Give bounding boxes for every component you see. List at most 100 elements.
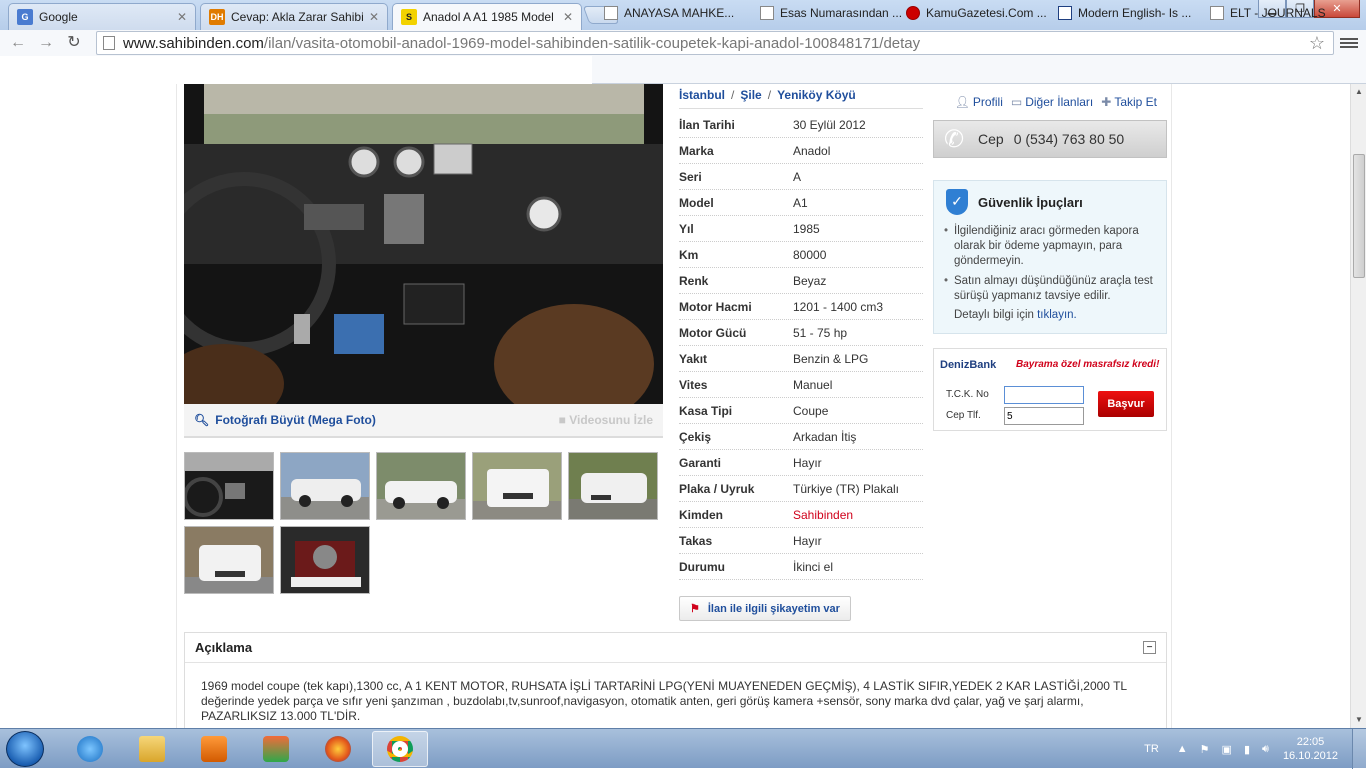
detail-key: Plaka / Uyruk	[679, 481, 755, 496]
detail-key: Vites	[679, 377, 708, 392]
detail-value: Hayır	[793, 533, 822, 548]
bookmark-item[interactable]: Modern English- Is ...	[1058, 6, 1191, 20]
detail-row: Durumu İkinci el	[679, 554, 923, 580]
phone-icon: ✆	[944, 126, 965, 153]
detail-key: Motor Hacmi	[679, 299, 752, 314]
bookmark-item[interactable]: KamuGazetesi.Com ...	[906, 6, 1047, 20]
bookmark-item[interactable]: ANAYASA MAHKE...	[604, 6, 734, 20]
watch-video-label: Videosunu İzle	[569, 413, 653, 427]
detail-key: Yakıt	[679, 351, 708, 366]
menu-icon[interactable]	[1340, 36, 1358, 50]
page-margin-right	[1172, 84, 1350, 728]
detail-row: Kasa Tipi Coupe	[679, 398, 923, 424]
action-center-flag-icon[interactable]: ⚑	[1200, 743, 1210, 756]
taskbar-ie[interactable]	[62, 731, 118, 767]
collapse-icon[interactable]: −	[1143, 641, 1156, 654]
security-tip: İlgilendiğiniz aracı görmeden kapora ola…	[944, 224, 1156, 269]
detail-key: Km	[679, 247, 699, 262]
thumbnail-image	[569, 473, 657, 519]
network-icon[interactable]: ▮	[1244, 743, 1250, 756]
detail-row: Yıl 1985	[679, 216, 923, 242]
thumbnail[interactable]	[280, 452, 370, 520]
thumbnail[interactable]	[184, 452, 274, 520]
seller-links: 👤︎ Profili ▭ Diğer İlanları ✚ Takip Et	[933, 84, 1167, 120]
bookmark-label: KamuGazetesi.Com ...	[926, 6, 1047, 20]
seller-other-ads-link[interactable]: ▭ Diğer İlanları	[1011, 95, 1093, 109]
security-more-prefix: Detaylı bilgi için	[954, 309, 1034, 321]
start-button[interactable]	[6, 731, 44, 767]
bookmark-item[interactable]: Esas Numarasından ...	[760, 6, 902, 20]
cep-phone-label: Cep Tlf.	[946, 410, 981, 421]
follow-seller-link[interactable]: ✚ Takip Et	[1101, 95, 1157, 109]
show-hidden-icons-icon[interactable]: ▲	[1177, 743, 1188, 755]
tab-title: Cevap: Akla Zarar Sahibind	[231, 10, 363, 24]
app-icon	[263, 736, 289, 762]
seller-profile-link[interactable]: 👤︎ Profili	[955, 95, 1003, 109]
tab-close-icon[interactable]: ✕	[563, 10, 573, 24]
dh-favicon-icon: DH	[209, 9, 225, 25]
bookmark-label: Modern English- Is ...	[1078, 6, 1192, 20]
tab-donanimhaber[interactable]: DH Cevap: Akla Zarar Sahibind ✕	[200, 3, 388, 30]
zoom-photo-link[interactable]: 🔍︎ Fotoğrafı Büyüt (Mega Foto)	[194, 413, 376, 427]
language-indicator[interactable]: TR	[1144, 743, 1159, 755]
tck-input[interactable]	[1004, 386, 1084, 404]
report-listing-button[interactable]: ⚑ İlan ile ilgili şikayetim var	[679, 596, 851, 621]
detail-key: Seri	[679, 169, 702, 184]
bookmark-label: ANAYASA MAHKE...	[624, 6, 735, 20]
reload-icon[interactable]: ↻	[64, 34, 84, 52]
scroll-down-icon[interactable]: ▼	[1351, 712, 1366, 728]
watch-video-link[interactable]: ■ Videosunu İzle	[559, 413, 653, 427]
thumbnail[interactable]	[568, 452, 658, 520]
main-photo[interactable]	[184, 84, 663, 404]
breadcrumb-item[interactable]: İstanbul	[679, 88, 725, 102]
detail-key: Kasa Tipi	[679, 403, 733, 418]
tab-sahibinden[interactable]: S Anadol A A1 1985 Model 1: ✕	[392, 3, 582, 30]
device-icon[interactable]: ▣	[1222, 743, 1232, 756]
page-scrollbar[interactable]: ▲ ▼	[1350, 84, 1366, 728]
thumbnail-image	[377, 481, 465, 519]
forward-arrow-icon[interactable]: →	[36, 34, 56, 52]
back-arrow-icon[interactable]: ←	[8, 34, 28, 52]
breadcrumb: İstanbul / Şile / Yeniköy Köyü	[679, 88, 856, 102]
address-bar[interactable]: www.sahibinden.com/ilan/vasita-otomobil-…	[96, 31, 1334, 55]
detail-key: İlan Tarihi	[679, 117, 735, 132]
security-tips-list: İlgilendiğiniz aracı görmeden kapora ola…	[944, 224, 1156, 304]
bookmark-item[interactable]: ELT - JOURNALS	[1210, 6, 1326, 20]
breadcrumb-item[interactable]: Yeniköy Köyü	[777, 88, 856, 102]
clock[interactable]: 22:05 16.10.2012	[1283, 735, 1338, 763]
taskbar-media-player[interactable]	[186, 731, 242, 767]
phone-number: 0 (534) 763 80 50	[1013, 131, 1125, 147]
detail-value: Arkadan İtiş	[793, 429, 857, 444]
thumbnail-image	[281, 479, 369, 519]
detail-key: Takas	[679, 533, 713, 548]
security-more-link[interactable]: tıklayın.	[1037, 309, 1077, 321]
taskbar-explorer[interactable]	[124, 731, 180, 767]
seller-phone: ✆ Cep 0 (534) 763 80 50	[933, 120, 1167, 158]
tab-close-icon[interactable]: ✕	[177, 10, 187, 24]
detail-key: Durumu	[679, 559, 725, 574]
follow-seller-label: Takip Et	[1114, 95, 1157, 109]
taskbar-chrome[interactable]	[372, 731, 428, 767]
volume-icon[interactable]: 🔊︎	[1262, 743, 1269, 756]
thumbnail[interactable]	[376, 452, 466, 520]
clock-time: 22:05	[1296, 736, 1325, 748]
detail-row: Motor Gücü 51 - 75 hp	[679, 320, 923, 346]
car-interior-photo	[184, 84, 663, 404]
cep-phone-input[interactable]	[1004, 407, 1084, 425]
tab-close-icon[interactable]: ✕	[369, 10, 379, 24]
apply-button[interactable]: Başvur	[1098, 391, 1154, 417]
breadcrumb-item[interactable]: Şile	[740, 88, 761, 102]
bookmark-star-icon[interactable]: ☆	[1309, 33, 1325, 54]
scroll-up-icon[interactable]: ▲	[1351, 84, 1366, 100]
security-more-info: Detaylı bilgi için tıklayın.	[944, 309, 1156, 321]
taskbar-app[interactable]	[248, 731, 304, 767]
detail-row: Çekiş Arkadan İtiş	[679, 424, 923, 450]
tab-google[interactable]: G Google ✕	[8, 3, 196, 30]
thumbnail[interactable]	[280, 526, 370, 594]
internet-explorer-icon	[77, 736, 103, 762]
thumbnail[interactable]	[472, 452, 562, 520]
taskbar-firefox[interactable]	[310, 731, 366, 767]
thumbnail[interactable]	[184, 526, 274, 594]
scrollbar-thumb[interactable]	[1353, 154, 1365, 278]
show-desktop-button[interactable]	[1352, 729, 1366, 769]
